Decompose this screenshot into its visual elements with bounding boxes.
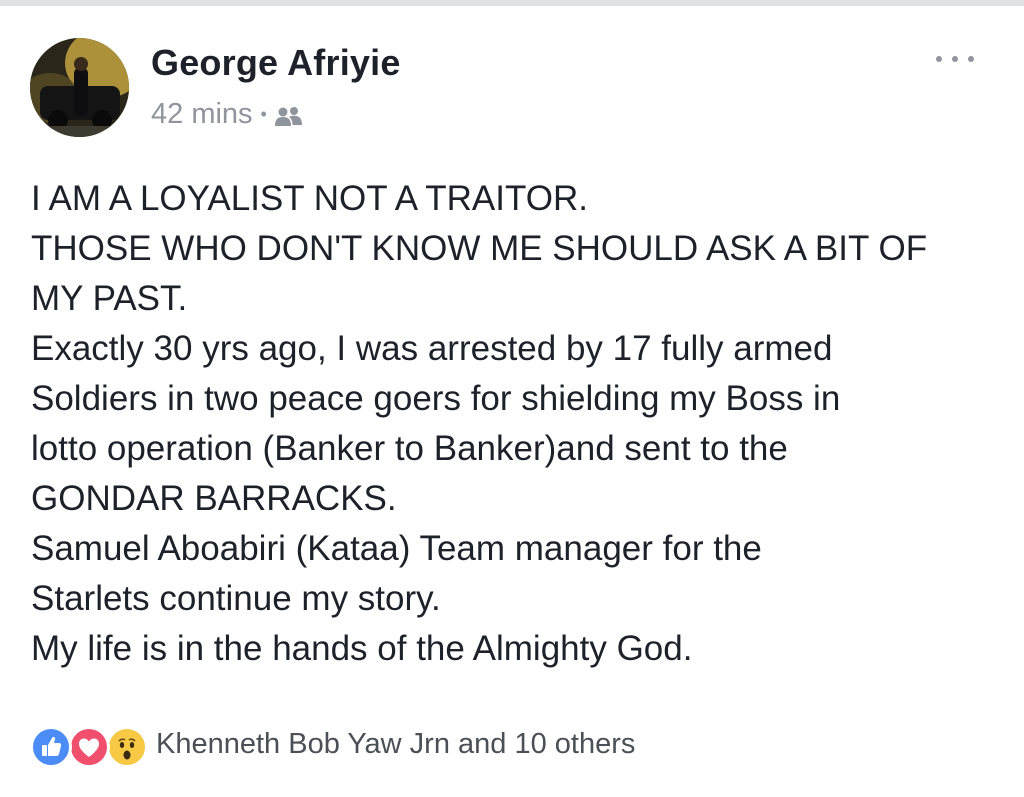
post-body-line: lotto operation (Banker to Banker)and se… xyxy=(31,429,788,468)
reaction-icons[interactable] xyxy=(30,722,156,768)
post-body: I AM A LOYALIST NOT A TRAITOR. THOSE WHO… xyxy=(31,174,1001,674)
post-body-line: Starlets continue my story. xyxy=(31,579,441,618)
post-body-line: I AM A LOYALIST NOT A TRAITOR. xyxy=(31,179,588,218)
post-meta: 42 mins • xyxy=(151,97,304,131)
post-body-line: Samuel Aboabiri (Kataa) Team manager for… xyxy=(31,529,762,568)
post-body-line: Soldiers in two peace goers for shieldin… xyxy=(31,379,841,418)
post-body-line: MY PAST. xyxy=(31,279,188,318)
post-timestamp[interactable]: 42 mins xyxy=(151,98,253,131)
post-body-line: My life is in the hands of the Almighty … xyxy=(31,629,693,668)
more-options-icon[interactable] xyxy=(930,44,982,74)
post-card: George Afriyie 42 mins • I AM A LOYALIST… xyxy=(0,6,1024,797)
friends-icon[interactable] xyxy=(274,103,304,126)
avatar[interactable] xyxy=(30,38,129,137)
love-icon xyxy=(68,726,110,768)
like-icon xyxy=(30,726,72,768)
post-body-line: Exactly 30 yrs ago, I was arrested by 17… xyxy=(31,329,833,368)
post-body-line: THOSE WHO DON'T KNOW ME SHOULD ASK A BIT… xyxy=(31,229,928,268)
post-body-line: GONDAR BARRACKS. xyxy=(31,479,397,518)
reactions-bar[interactable]: Khenneth Bob Yaw Jrn and 10 others xyxy=(30,722,635,768)
author-name[interactable]: George Afriyie xyxy=(151,42,401,84)
reactions-summary[interactable]: Khenneth Bob Yaw Jrn and 10 others xyxy=(156,728,635,761)
meta-separator: • xyxy=(260,104,267,124)
wow-icon xyxy=(106,726,148,768)
